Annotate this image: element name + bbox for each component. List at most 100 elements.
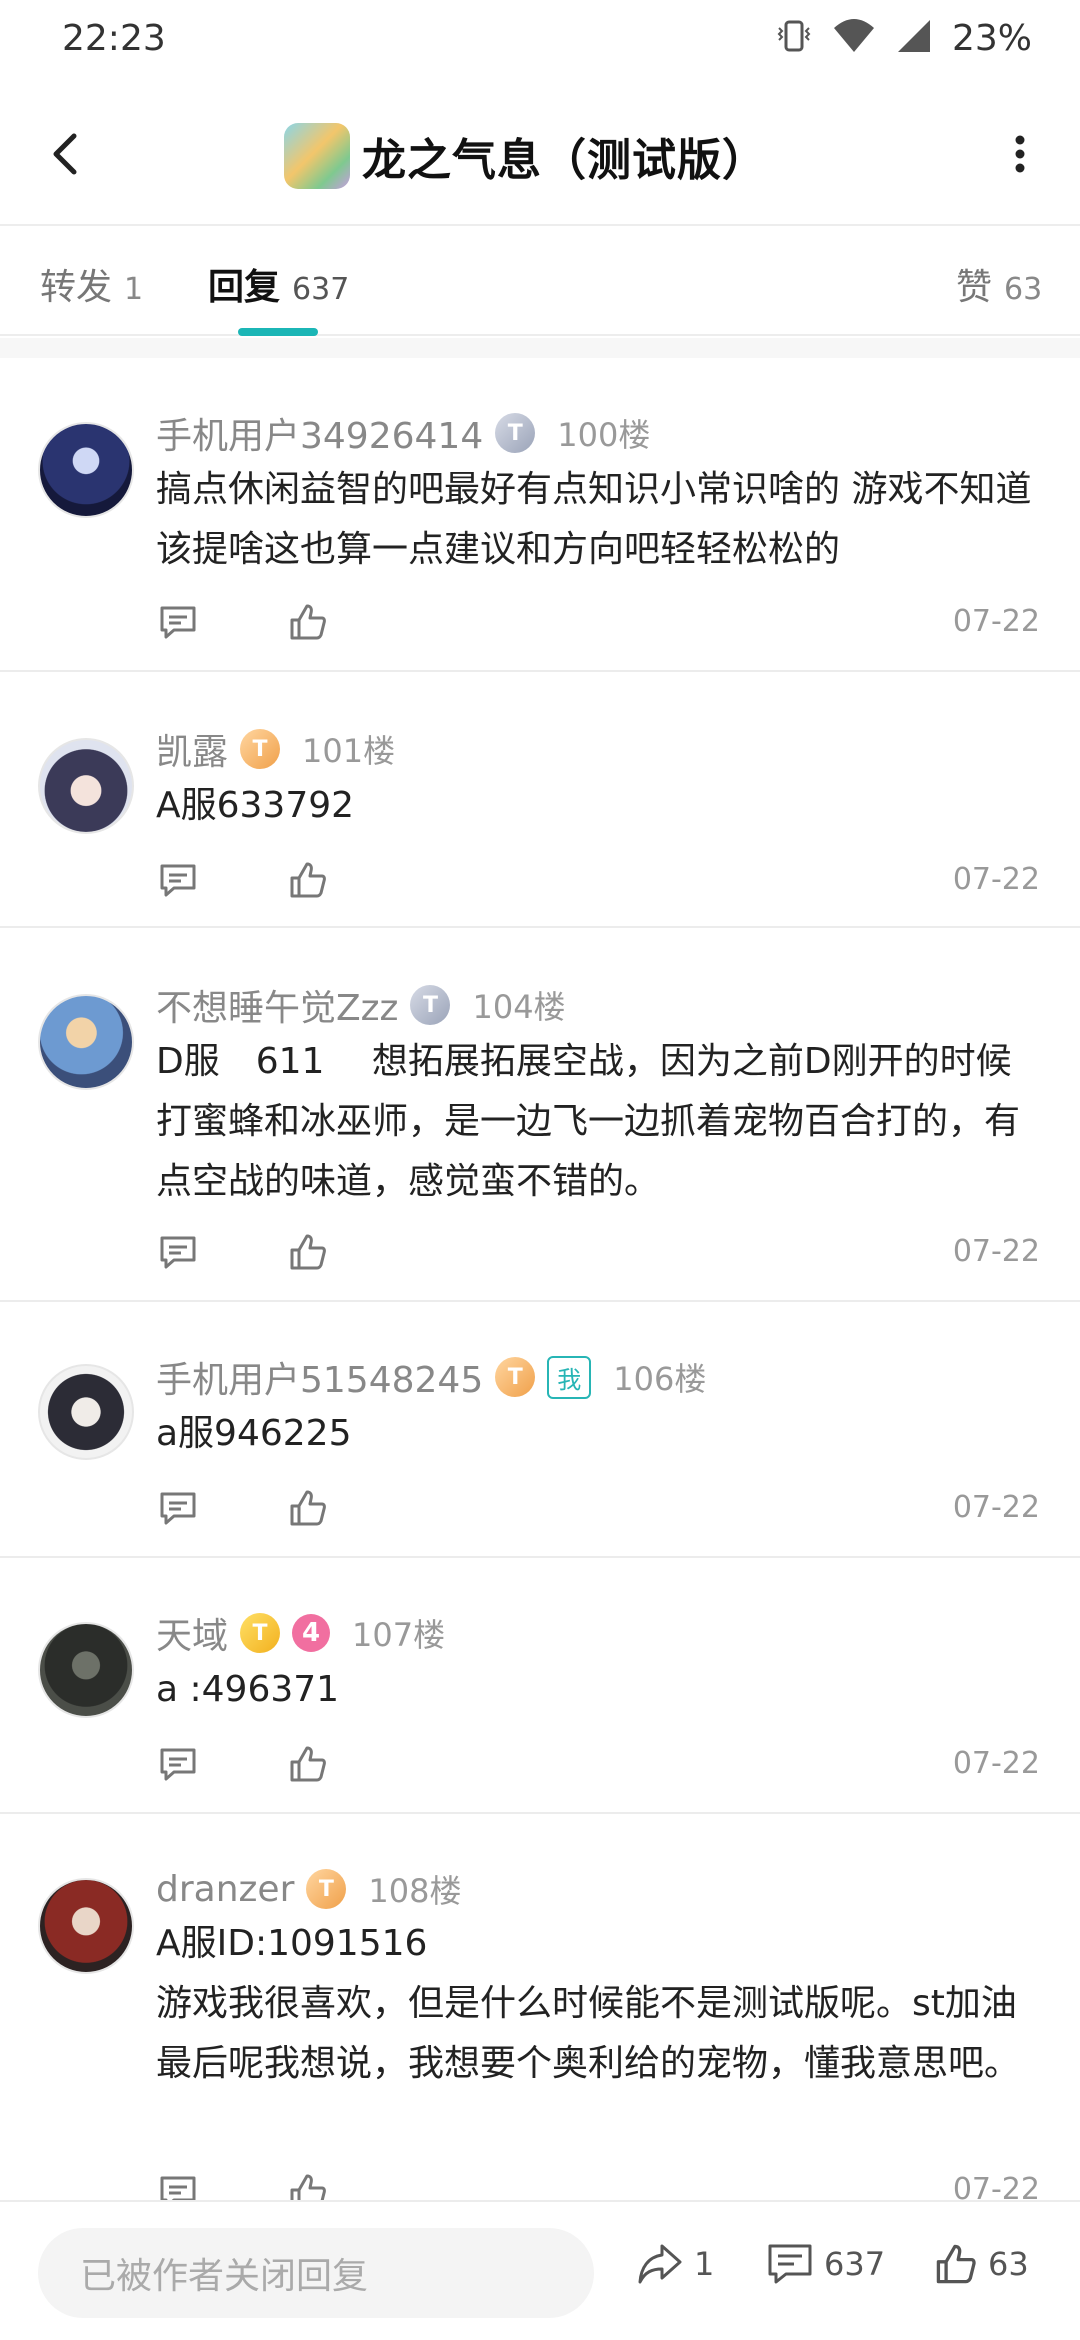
me-badge: 我 (547, 1355, 592, 1399)
reply-content: A服633792 (156, 785, 355, 826)
reply-content: a :496371 (156, 1669, 340, 1710)
username[interactable]: 天域 (156, 1607, 228, 1659)
level-badge: T (240, 1613, 281, 1653)
bottom-action-bar: 已被作者关闭回复 1 637 63 (0, 2200, 1080, 2340)
like-icon[interactable] (286, 1230, 330, 1274)
floor-number: 101楼 (302, 732, 396, 770)
username[interactable]: dranzer (156, 1869, 294, 1910)
reply-meta: 手机用户34926414 T 100楼 (156, 408, 650, 458)
floor-number: 107楼 (352, 1616, 446, 1654)
username[interactable]: 凯露 (156, 723, 228, 775)
signal-icon (894, 16, 934, 60)
like-icon[interactable] (286, 858, 330, 902)
comment-icon (768, 2244, 812, 2284)
avatar[interactable] (38, 994, 134, 1090)
comment-count: 637 (824, 2245, 886, 2283)
reply-item: 手机用户51548245 T 我 106楼 a服946225 07-22 (0, 1302, 1080, 1558)
fan-level-badge: 4 (292, 1614, 331, 1652)
level-badge: T (240, 729, 281, 769)
app-logo (284, 123, 350, 189)
reply-date: 07-22 (952, 862, 1040, 897)
floor-number: 104楼 (472, 988, 566, 1026)
avatar[interactable] (38, 738, 134, 834)
wifi-icon (832, 16, 876, 60)
reply-item: 凯露 T 101楼 A服633792 07-22 (0, 672, 1080, 928)
reply-content: A服ID:1091516 游戏我很喜欢，但是什么时候能不是测试版呢。st加油 最… (156, 1923, 1021, 2084)
comment-icon[interactable] (156, 1230, 200, 1274)
back-button[interactable] (36, 124, 96, 184)
floor-number: 106楼 (613, 1360, 707, 1398)
avatar[interactable] (38, 1622, 134, 1718)
like-icon (936, 2244, 976, 2284)
title-group[interactable]: 龙之气息（测试版） (284, 118, 767, 194)
reply-input[interactable]: 已被作者关闭回复 (38, 2228, 594, 2318)
reply-item: 手机用户34926414 T 100楼 搞点休闲益智的吧最好有点知识小常识啥的 … (0, 360, 1080, 672)
reply-meta: dranzer T 108楼 (156, 1864, 461, 1914)
reply-actions (156, 2170, 330, 2200)
level-badge: T (410, 985, 451, 1025)
like-icon[interactable] (286, 1742, 330, 1786)
active-tab-indicator (238, 328, 318, 336)
like-icon[interactable] (286, 600, 330, 644)
reply-actions (156, 1230, 330, 1274)
status-icons: 23% (774, 16, 1032, 60)
like-count: 63 (988, 2245, 1029, 2283)
like-button[interactable]: 63 (934, 2242, 1029, 2286)
reply-date: 07-22 (952, 2172, 1040, 2200)
comment-icon[interactable] (156, 1486, 200, 1530)
reply-date: 07-22 (952, 604, 1040, 639)
floor-number: 108楼 (368, 1872, 462, 1910)
floor-number: 100楼 (557, 416, 651, 454)
username[interactable]: 手机用户51548245 (156, 1351, 483, 1403)
reply-item: 天域 T 4 107楼 a :496371 07-22 (0, 1558, 1080, 1814)
comment-icon[interactable] (156, 1742, 200, 1786)
reply-item: 不想睡午觉Zzz T 104楼 D服 611 想拓展拓展空战，因为之前D刚开的时… (0, 928, 1080, 1302)
tab-bar: 转发 1 回复 637 赞 63 (0, 228, 1080, 336)
username[interactable]: 手机用户34926414 (156, 407, 483, 459)
tab-reposts[interactable]: 转发 1 (40, 258, 143, 310)
reply-meta: 凯露 T 101楼 (156, 724, 395, 774)
reply-actions (156, 858, 330, 902)
status-bar: 22:23 23% (0, 0, 1080, 84)
reply-item: dranzer T 108楼 A服ID:1091516 游戏我很喜欢，但是什么时… (0, 1814, 1080, 2200)
reply-content: 搞点休闲益智的吧最好有点知识小常识啥的 游戏不知道该提啥这也算一点建议和方向吧轻… (156, 469, 1032, 570)
avatar[interactable] (38, 1364, 134, 1460)
reply-date: 07-22 (952, 1490, 1040, 1525)
divider (0, 338, 1080, 358)
vibrate-icon (774, 16, 814, 60)
level-badge: T (495, 413, 536, 453)
avatar[interactable] (38, 422, 134, 518)
reply-actions (156, 600, 330, 644)
tab-likes[interactable]: 赞 63 (956, 258, 1042, 310)
like-icon[interactable] (286, 2170, 330, 2200)
reply-content: a服946225 (156, 1413, 352, 1454)
share-button[interactable]: 1 (636, 2242, 714, 2286)
back-arrow-icon (53, 133, 77, 175)
level-badge: T (495, 1357, 536, 1397)
username[interactable]: 不想睡午觉Zzz (156, 979, 398, 1031)
reply-meta: 不想睡午觉Zzz T 104楼 (156, 980, 566, 1030)
share-count: 1 (694, 2245, 715, 2283)
reply-meta: 手机用户51548245 T 我 106楼 (156, 1352, 706, 1402)
reply-content: D服 611 想拓展拓展空战，因为之前D刚开的时候打蜜蜂和冰巫师，是一边飞一边抓… (156, 1041, 1021, 1202)
tab-replies[interactable]: 回复 637 (208, 258, 349, 310)
share-icon (638, 2244, 682, 2284)
reply-date: 07-22 (952, 1234, 1040, 1269)
comment-icon[interactable] (156, 858, 200, 902)
page-title: 龙之气息（测试版） (362, 135, 767, 186)
header: 龙之气息（测试版） (0, 84, 1080, 226)
reply-actions (156, 1742, 330, 1786)
level-badge: T (306, 1869, 347, 1909)
comment-icon[interactable] (156, 2170, 200, 2200)
more-options-button[interactable] (990, 124, 1050, 184)
reply-actions (156, 1486, 330, 1530)
more-vertical-icon (1015, 135, 1025, 173)
reply-meta: 天域 T 4 107楼 (156, 1608, 445, 1658)
status-time: 22:23 (62, 18, 166, 59)
avatar[interactable] (38, 1878, 134, 1974)
comment-button[interactable]: 637 (766, 2242, 885, 2286)
comment-icon[interactable] (156, 600, 200, 644)
battery-text: 23% (951, 17, 1032, 59)
reply-date: 07-22 (952, 1746, 1040, 1781)
like-icon[interactable] (286, 1486, 330, 1530)
